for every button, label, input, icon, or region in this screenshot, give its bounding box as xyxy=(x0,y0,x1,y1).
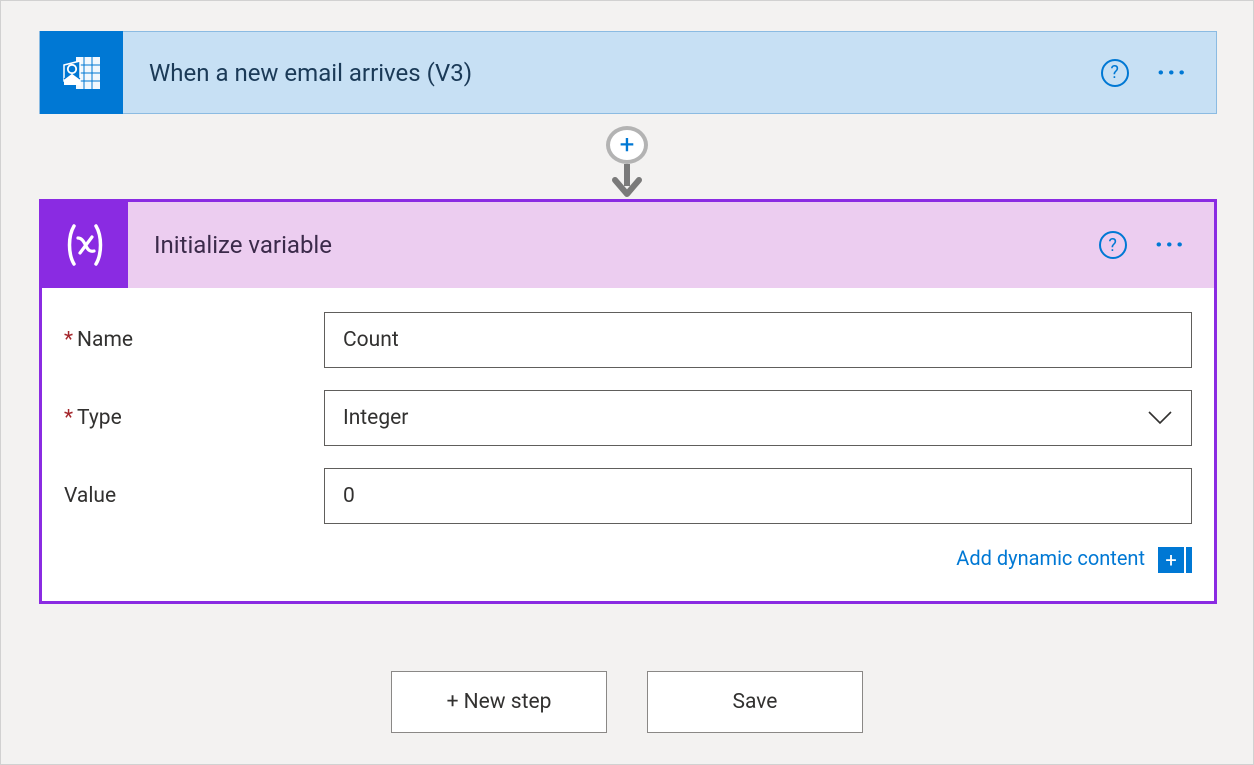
type-select[interactable]: Integer xyxy=(324,390,1192,446)
outlook-icon xyxy=(40,31,123,114)
add-dynamic-row: Add dynamic content + xyxy=(64,546,1192,573)
new-step-button[interactable]: + New step xyxy=(391,671,607,733)
action-title: Initialize variable xyxy=(128,231,1099,259)
connector: + xyxy=(606,114,648,199)
type-label-text: Type xyxy=(77,406,122,430)
designer-canvas: When a new email arrives (V3) ? ··· + xyxy=(0,0,1254,765)
action-body: *Name *Type Integer Value xyxy=(42,288,1214,601)
save-button[interactable]: Save xyxy=(647,671,863,733)
insert-step-button[interactable]: + xyxy=(606,126,648,164)
field-row-value: Value xyxy=(64,468,1192,524)
add-dynamic-content-button[interactable]: + xyxy=(1158,547,1184,573)
type-label: *Type xyxy=(64,406,324,430)
help-icon[interactable]: ? xyxy=(1099,231,1127,259)
name-label-text: Name xyxy=(77,328,133,352)
trigger-title: When a new email arrives (V3) xyxy=(123,59,1101,87)
more-icon[interactable]: ··· xyxy=(1157,59,1188,87)
type-select-value: Integer xyxy=(343,406,408,430)
action-card-initialize-variable: Initialize variable ? ··· *Name *Type In… xyxy=(39,199,1217,604)
chevron-down-icon xyxy=(1147,410,1173,426)
add-dynamic-content-link[interactable]: Add dynamic content xyxy=(956,546,1145,570)
help-icon[interactable]: ? xyxy=(1101,59,1129,87)
required-marker: * xyxy=(64,328,73,352)
variable-icon xyxy=(42,202,128,288)
name-input[interactable] xyxy=(324,312,1192,368)
name-label: *Name xyxy=(64,328,324,352)
arrow-down-icon xyxy=(609,164,645,200)
trigger-card-email-arrives[interactable]: When a new email arrives (V3) ? ··· xyxy=(39,31,1217,114)
value-label: Value xyxy=(64,484,324,508)
field-row-type: *Type Integer xyxy=(64,390,1192,446)
action-card-actions: ? ··· xyxy=(1099,231,1214,259)
footer-buttons: + New step Save xyxy=(1,671,1253,733)
action-header[interactable]: Initialize variable ? ··· xyxy=(42,202,1214,288)
required-marker: * xyxy=(64,406,73,430)
field-row-name: *Name xyxy=(64,312,1192,368)
more-icon[interactable]: ··· xyxy=(1155,231,1186,259)
add-dynamic-content-expand[interactable] xyxy=(1186,547,1192,573)
value-input[interactable] xyxy=(324,468,1192,524)
trigger-card-actions: ? ··· xyxy=(1101,59,1216,87)
